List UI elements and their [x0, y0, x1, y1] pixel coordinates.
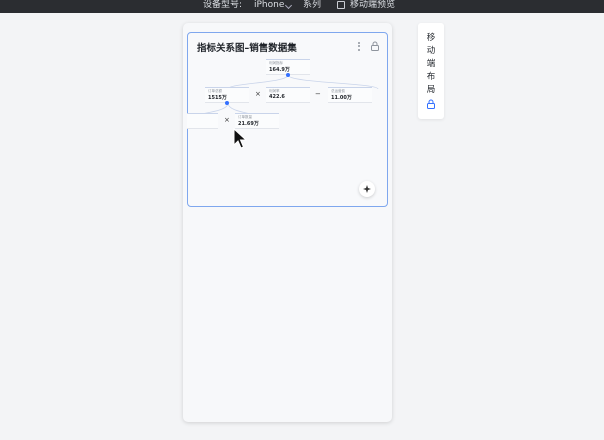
expand-dot[interactable] [225, 101, 229, 105]
multiply-operator: × [224, 116, 230, 124]
metric-node-value: 422.6 [269, 94, 285, 100]
device-type-label: 设备型号: [203, 0, 243, 10]
metric-node-value: 21.69万 [238, 121, 259, 127]
mobile-icon [337, 1, 345, 9]
top-toolbar: 设备型号: iPhone 系列 移动端预览 [0, 0, 604, 13]
device-select[interactable]: iPhone [254, 0, 284, 11]
mouse-cursor-icon [233, 128, 248, 149]
panel-char: 局 [426, 85, 436, 95]
multiply-operator: × [255, 90, 261, 98]
panel-char: 布 [426, 72, 436, 82]
mobile-layout-panel[interactable]: 移 动 端 布 局 [418, 23, 444, 119]
chevron-down-icon[interactable] [284, 1, 293, 10]
lock-icon[interactable] [426, 99, 436, 109]
metric-relationship-card[interactable]: 指标关系图–销售数据集 利润指标 164.9万 订单总额 1515万 × 利润率… [187, 32, 388, 207]
panel-char: 动 [426, 46, 436, 56]
metric-node-operating-cost[interactable]: 总运营费 11.00万 [328, 87, 372, 103]
metric-node-order-count[interactable]: 订单数量 21.69万 [235, 113, 279, 129]
panel-char: 端 [426, 59, 436, 69]
metric-node-value: 11.00万 [331, 95, 352, 101]
metric-node-value: 164.9万 [269, 67, 290, 73]
sparkle-icon [363, 185, 371, 193]
metric-node-profit-rate[interactable]: 利润率 422.6 [266, 87, 310, 103]
series-label[interactable]: 系列 [303, 0, 321, 11]
panel-char: 移 [426, 33, 436, 43]
expand-dot[interactable] [286, 73, 290, 77]
minus-operator: − [315, 90, 321, 98]
mobile-preview-button[interactable]: 移动端预览 [350, 0, 395, 11]
metric-node-blank[interactable] [187, 113, 218, 129]
metric-node-value: 1515万 [208, 95, 227, 101]
ai-assistant-button[interactable] [359, 181, 375, 197]
mobile-preview-frame: 指标关系图–销售数据集 利润指标 164.9万 订单总额 1515万 × 利润率… [183, 23, 392, 422]
